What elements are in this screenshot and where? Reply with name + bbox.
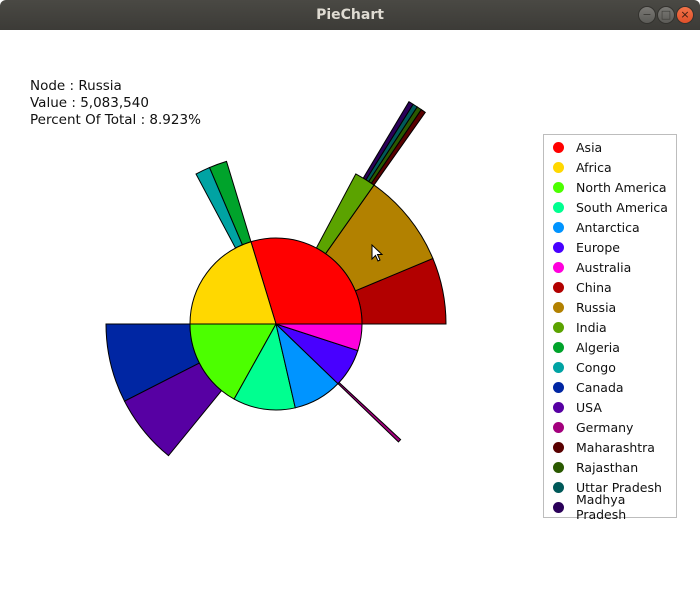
legend-label: Canada: [576, 379, 624, 395]
maximize-button[interactable]: □: [657, 6, 675, 24]
legend-label: Australia: [576, 259, 632, 275]
window-title: PieChart: [316, 7, 384, 23]
legend-swatch-icon: [553, 381, 564, 393]
minimize-icon: −: [642, 8, 652, 21]
legend-swatch-icon: [553, 481, 564, 493]
slice-uttar-pradesh[interactable]: [365, 103, 418, 183]
legend-swatch-icon: [553, 421, 564, 433]
legend-item-europe: Europe: [544, 237, 676, 257]
legend-label: China: [576, 279, 612, 295]
legend-swatch-icon: [553, 301, 564, 313]
legend-item-madhya-pradesh: Madhya Pradesh: [544, 492, 676, 522]
legend-item-germany: Germany: [544, 417, 676, 437]
mouse-cursor-icon: [371, 244, 384, 262]
legend-swatch-icon: [553, 361, 564, 373]
legend-swatch-icon: [553, 461, 564, 473]
minimize-button[interactable]: −: [638, 6, 656, 24]
legend-swatch-icon: [553, 341, 564, 353]
legend-item-australia: Australia: [544, 257, 676, 277]
legend-label: Europe: [576, 239, 620, 255]
legend-label: Congo: [576, 359, 616, 375]
legend-label: Africa: [576, 159, 612, 175]
legend-label: Rajasthan: [576, 459, 639, 475]
chart-legend: Asia Africa North America South America Anta…: [543, 134, 677, 522]
legend-label: Germany: [576, 419, 634, 435]
legend-swatch-icon: [553, 141, 564, 153]
legend-label: North America: [576, 179, 667, 195]
legend-item-congo: Congo: [544, 357, 676, 377]
legend-swatch-icon: [553, 501, 564, 513]
legend-label: South America: [576, 199, 668, 215]
legend-item-rajasthan: Rajasthan: [544, 457, 676, 477]
legend-swatch-icon: [553, 321, 564, 333]
legend-swatch-icon: [553, 441, 564, 453]
legend-label: India: [576, 319, 607, 335]
legend-item-asia: Asia: [544, 137, 676, 157]
legend-item-russia: Russia: [544, 297, 676, 317]
sunburst-chart[interactable]: [0, 30, 540, 600]
legend-item-india: India: [544, 317, 676, 337]
legend-swatch-icon: [553, 161, 564, 173]
legend-item-algeria: Algeria: [544, 337, 676, 357]
legend-item-usa: USA: [544, 397, 676, 417]
legend-swatch-icon: [553, 181, 564, 193]
legend-item-africa: Africa: [544, 157, 676, 177]
maximize-icon: □: [660, 8, 672, 21]
legend-swatch-icon: [553, 261, 564, 273]
legend-label: Madhya Pradesh: [576, 492, 627, 522]
slice-germany[interactable]: [337, 381, 402, 443]
legend-label: Antarctica: [576, 219, 640, 235]
legend-item-maharashtra: Maharashtra: [544, 437, 676, 457]
legend-label: Russia: [576, 299, 617, 315]
legend-label: USA: [576, 399, 602, 415]
legend-swatch-icon: [553, 221, 564, 233]
legend-label: Algeria: [576, 339, 620, 355]
legend-item-north-america: North America: [544, 177, 676, 197]
slice-rajasthan[interactable]: [367, 106, 422, 184]
window-titlebar: PieChart − □ ×: [0, 0, 700, 30]
legend-item-south-america: South America: [544, 197, 676, 217]
close-button[interactable]: ×: [676, 6, 694, 24]
legend-item-antarctica: Antarctica: [544, 217, 676, 237]
close-icon: ×: [680, 8, 690, 21]
legend-label: Maharashtra: [576, 439, 655, 455]
legend-label: Asia: [576, 139, 603, 155]
legend-item-china: China: [544, 277, 676, 297]
legend-swatch-icon: [553, 401, 564, 413]
legend-swatch-icon: [553, 281, 564, 293]
legend-swatch-icon: [553, 241, 564, 253]
legend-swatch-icon: [553, 201, 564, 213]
legend-item-canada: Canada: [544, 377, 676, 397]
